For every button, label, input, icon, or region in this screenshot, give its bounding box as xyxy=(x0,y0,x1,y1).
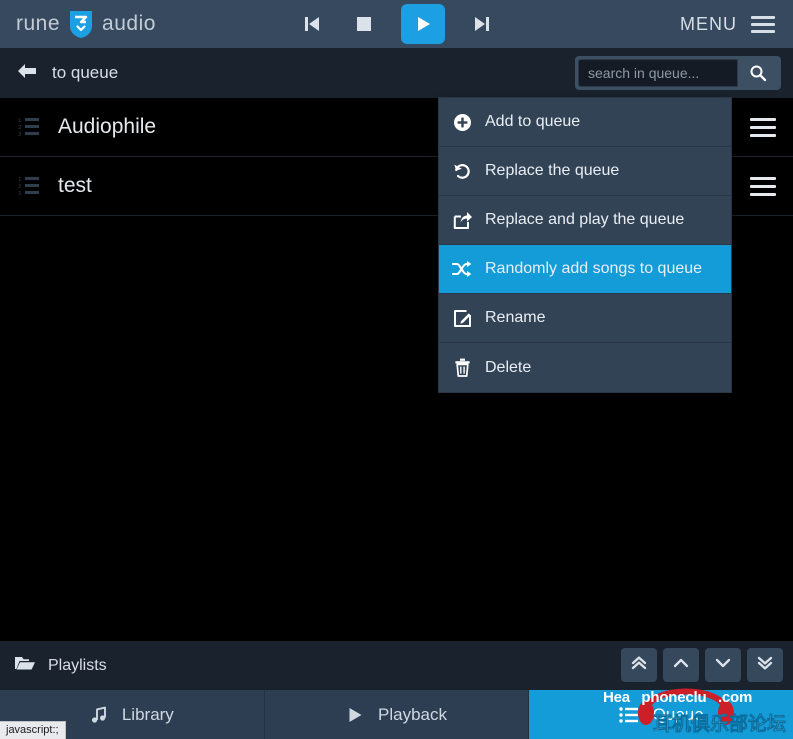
hamburger-icon xyxy=(749,177,776,196)
menu-item-replace-the-queue[interactable]: Replace the queue xyxy=(439,147,731,196)
menu-item-add-to-queue[interactable]: Add to queue xyxy=(439,98,731,147)
tab-label: Library xyxy=(121,704,174,724)
svg-text:2: 2 xyxy=(18,184,22,190)
scroll-down-button[interactable] xyxy=(705,648,741,682)
app-logo[interactable]: rune audio xyxy=(16,9,156,39)
trash-icon xyxy=(439,358,485,377)
playlist-name: test xyxy=(58,174,92,197)
svg-text:3: 3 xyxy=(18,191,22,197)
menu-item-label: Randomly add songs to queue xyxy=(485,260,703,277)
undo-icon xyxy=(439,162,485,181)
step-backward-icon xyxy=(304,17,319,31)
svg-text:2: 2 xyxy=(18,125,22,131)
menu-item-label: Rename xyxy=(485,309,546,326)
tab-queue[interactable]: Queue xyxy=(529,690,793,739)
ordered-list-icon: 1 2 3 xyxy=(18,175,42,197)
bottom-tab-bar: Library Playback Queue xyxy=(0,690,793,739)
search-input[interactable] xyxy=(578,59,738,87)
scroll-bottom-button[interactable] xyxy=(747,648,783,682)
playlist-menu-button[interactable] xyxy=(731,98,793,157)
footer-label: Playlists xyxy=(48,656,107,674)
scroll-top-button[interactable] xyxy=(621,648,657,682)
menu-item-rename[interactable]: Rename xyxy=(439,294,731,343)
hamburger-icon xyxy=(749,118,776,137)
menu-item-label: Delete xyxy=(485,358,532,376)
menu-item-replace-and-play-the-queue[interactable]: Replace and play the queue xyxy=(439,196,731,245)
play-icon xyxy=(417,17,430,31)
pencil-square-icon xyxy=(439,309,485,328)
share-square-icon xyxy=(439,211,485,230)
svg-text:3: 3 xyxy=(18,132,22,138)
search-box xyxy=(575,56,781,90)
menu-label: MENU xyxy=(680,13,737,34)
angle-double-up-icon xyxy=(630,654,648,677)
sub-header: to queue xyxy=(0,48,793,98)
scroll-up-button[interactable] xyxy=(663,648,699,682)
logo-text-rune: rune xyxy=(16,12,61,35)
menu-item-delete[interactable]: Delete xyxy=(439,343,731,392)
play-icon xyxy=(346,706,364,724)
footer-playlists-label-group[interactable]: Playlists xyxy=(14,654,107,677)
search-icon xyxy=(750,65,767,82)
stop-icon xyxy=(356,17,371,31)
menu-item-randomly-add-songs-to-queue[interactable]: Randomly add songs to queue xyxy=(439,245,731,294)
shuffle-icon xyxy=(439,260,485,278)
tab-playback[interactable]: Playback xyxy=(264,690,530,739)
svg-text:1: 1 xyxy=(18,177,22,183)
step-forward-icon xyxy=(474,17,489,31)
angle-down-icon xyxy=(714,654,732,677)
search-button[interactable] xyxy=(738,59,778,87)
playlist-name: Audiophile xyxy=(58,115,157,138)
plus-circle-icon xyxy=(439,113,485,132)
arrow-left-icon xyxy=(16,62,38,85)
tab-label: Playback xyxy=(378,704,447,724)
menu-item-label: Replace the queue xyxy=(485,162,620,179)
ordered-list-icon: 1 2 3 xyxy=(18,116,42,138)
footer-bar: Playlists xyxy=(0,641,793,690)
list-icon xyxy=(618,706,639,724)
angle-up-icon xyxy=(672,654,690,677)
browser-status-bar: javascript:; xyxy=(0,721,66,739)
menu-item-label: Replace and play the queue xyxy=(485,211,685,228)
next-button[interactable] xyxy=(467,9,497,39)
hamburger-icon xyxy=(751,15,775,33)
logo-text-audio: audio xyxy=(102,12,156,35)
scroll-buttons xyxy=(621,648,783,682)
tab-label: Queue xyxy=(652,704,704,724)
menu-button[interactable]: MENU xyxy=(680,0,775,48)
runeaudio-shield-icon xyxy=(67,9,95,39)
music-note-icon xyxy=(90,706,108,724)
page-title: to queue xyxy=(52,63,119,82)
angle-double-down-icon xyxy=(756,654,774,677)
back-to-queue-button[interactable]: to queue xyxy=(16,62,118,85)
playlist-context-menu: Add to queue Replace the queue Replace a… xyxy=(438,97,732,393)
folder-open-icon xyxy=(14,654,36,677)
top-bar: rune audio MENU xyxy=(0,0,793,48)
menu-item-label: Add to queue xyxy=(485,113,581,130)
playlist-menu-button[interactable] xyxy=(731,157,793,216)
stop-button[interactable] xyxy=(349,9,379,39)
previous-button[interactable] xyxy=(297,9,327,39)
runeaudio-app: rune audio MENU to queue search in queue… xyxy=(0,0,793,739)
svg-text:1: 1 xyxy=(18,118,22,124)
play-button[interactable] xyxy=(400,4,445,44)
